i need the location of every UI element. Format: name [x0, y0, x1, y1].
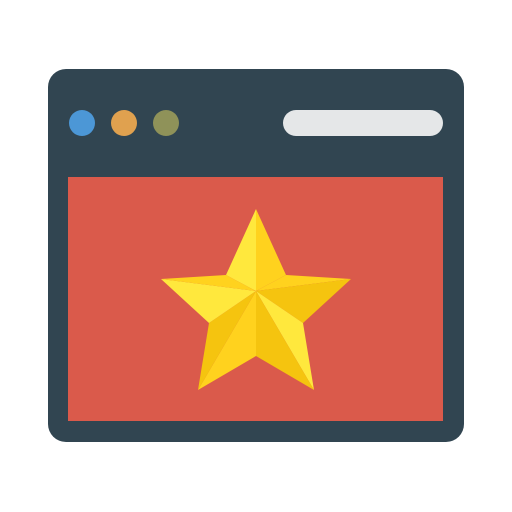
browser-window-icon [0, 0, 512, 512]
browser-window-graphic [48, 69, 464, 442]
maximize-dot-icon [153, 110, 179, 136]
close-dot-icon [69, 110, 95, 136]
minimize-dot-icon [111, 110, 137, 136]
address-bar [283, 110, 443, 136]
